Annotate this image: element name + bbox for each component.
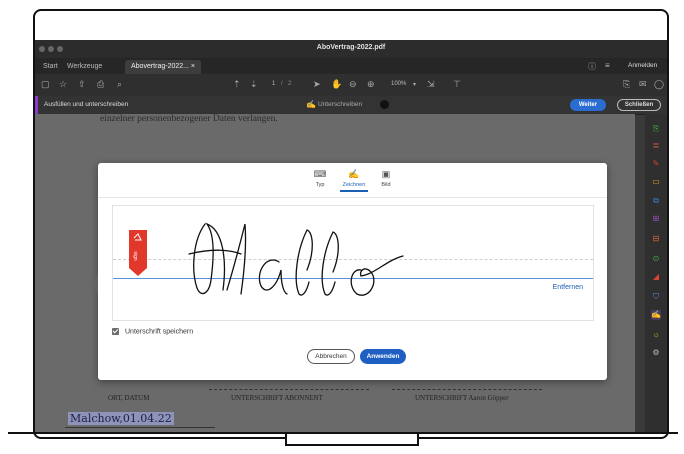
notification-icon[interactable]: ≡: [605, 61, 610, 70]
print-icon[interactable]: ⎙: [97, 79, 104, 90]
tab-draw-label: Zeichnen: [342, 182, 366, 188]
fill-sign-accent: [35, 96, 38, 114]
chevron-down-icon[interactable]: ▾: [413, 81, 416, 88]
protect-icon[interactable]: ⊙: [651, 254, 661, 264]
tab-start[interactable]: Start: [37, 60, 64, 74]
remove-signature-link[interactable]: Entfernen: [553, 284, 583, 291]
date-line: [65, 427, 215, 428]
right-tools-rail: ⎘ ≣ ✎ ▭ ⧉ ⊞ ⊟ ⊙ ◢ ⛉ ✍ ☼ ⚙: [645, 114, 667, 432]
share-icon[interactable]: ⎘: [623, 79, 630, 90]
scan-icon[interactable]: ⊟: [651, 234, 661, 244]
search-icon[interactable]: ⌕: [117, 79, 122, 90]
next-button[interactable]: Weiter: [570, 99, 606, 111]
tab-document[interactable]: Abovertrag-2022... ×: [125, 60, 202, 74]
stamp-icon[interactable]: ☼: [651, 330, 661, 340]
zoom-level[interactable]: 100%: [391, 81, 406, 87]
tab-image[interactable]: ▣ Bild: [366, 169, 406, 188]
page-total: 2: [288, 81, 292, 87]
provider-sig-label: UNTERSCHRIFT Aaron Göpper: [415, 394, 509, 402]
place-date-label: ORT, DATUM: [108, 394, 150, 402]
page-up-icon[interactable]: ⇡: [233, 79, 241, 90]
page-current[interactable]: 1: [272, 81, 275, 87]
fit-page-icon[interactable]: ⇲: [427, 79, 435, 90]
main-toolbar: ▢ ☆ ⇧ ⎙ ⌕ ⇡ ⇣ 1 / 2 ➤ ✋ ⊖ ⊕ 100% ▾ ⇲ ⊤ ⎘…: [35, 74, 667, 96]
svg-text:sign: sign: [132, 251, 138, 260]
combine-icon[interactable]: ⧉: [651, 196, 661, 206]
active-tab-underline: [340, 190, 368, 192]
zoom-in-icon[interactable]: ⊕: [367, 79, 375, 90]
more-tools-icon[interactable]: ⚙: [651, 348, 661, 358]
laptop-notch: [285, 434, 419, 446]
provider-sig-line: [392, 389, 542, 390]
title-bar: AboVertrag-2022.pdf: [35, 40, 667, 58]
sign-pen-icon[interactable]: ✍: [306, 100, 316, 109]
organize-icon[interactable]: ⊞: [651, 214, 661, 224]
signature-draw-area[interactable]: sign Entfernen: [112, 205, 594, 321]
sign-button[interactable]: Unterschreiben: [318, 101, 362, 108]
tab-type-label: Typ: [315, 182, 325, 188]
subscriber-sig-label: UNTERSCHRIFT ABONNENT: [231, 394, 323, 402]
handwritten-place-date: Malchow,01.04.22: [68, 412, 174, 425]
save-signature-row: Unterschrift speichern: [112, 328, 193, 335]
signin-link[interactable]: Anmelden: [628, 62, 657, 69]
page-down-icon[interactable]: ⇣: [250, 79, 258, 90]
redact-icon[interactable]: ◢: [651, 272, 661, 282]
signature-dialog: ⌨ Typ ✍ Zeichnen ▣ Bild sign Entfernen U…: [98, 163, 607, 380]
color-swatch[interactable]: [380, 100, 389, 109]
help-icon[interactable]: ⓘ: [588, 61, 596, 72]
tab-bar: Start Werkzeuge Abovertrag-2022... × ⓘ ≡…: [35, 58, 667, 74]
save-signature-label: Unterschrift speichern: [125, 328, 194, 336]
comment-tool-icon[interactable]: ⊤: [453, 79, 461, 90]
save-icon[interactable]: ▢: [41, 79, 50, 90]
upload-icon[interactable]: ⇧: [78, 79, 86, 90]
dialog-divider: [98, 197, 607, 198]
window-title: AboVertrag-2022.pdf: [316, 44, 386, 51]
fill-sign-bar: Ausfüllen und unterschreiben ✍ Unterschr…: [35, 96, 667, 115]
account-icon[interactable]: ◯: [654, 79, 664, 90]
hand-icon[interactable]: ✋: [331, 79, 342, 90]
sign-here-flag-icon: sign: [129, 230, 147, 276]
save-signature-checkbox[interactable]: [112, 328, 119, 335]
tab-image-label: Bild: [381, 182, 391, 188]
cursor-icon[interactable]: ➤: [313, 79, 321, 90]
page-separator: /: [281, 81, 283, 87]
fill-sign-tool-icon[interactable]: ✍: [651, 310, 661, 320]
apply-button[interactable]: Anwenden: [360, 349, 406, 364]
fill-sign-title: Ausfüllen und unterschreiben: [44, 101, 129, 108]
zoom-out-icon[interactable]: ⊖: [349, 79, 357, 90]
subscriber-sig-line: [209, 389, 369, 390]
export-pdf-icon[interactable]: ⎘: [651, 124, 661, 134]
mail-icon[interactable]: ✉: [639, 79, 647, 90]
tab-werkzeuge[interactable]: Werkzeuge: [61, 60, 108, 74]
shield-icon[interactable]: ⛉: [651, 292, 661, 302]
star-icon[interactable]: ☆: [59, 79, 67, 90]
close-fill-sign-button[interactable]: Schließen: [617, 99, 661, 111]
doc-body-text: einzelner personenbezogener Daten verlan…: [100, 114, 278, 124]
comment-icon[interactable]: ▭: [651, 177, 661, 187]
cancel-button[interactable]: Abbrechen: [307, 349, 355, 364]
drawn-signature: [188, 222, 404, 296]
image-icon: ▣: [381, 169, 391, 179]
edit-pdf-icon[interactable]: ✎: [651, 159, 661, 169]
create-pdf-icon[interactable]: ≣: [651, 141, 661, 151]
